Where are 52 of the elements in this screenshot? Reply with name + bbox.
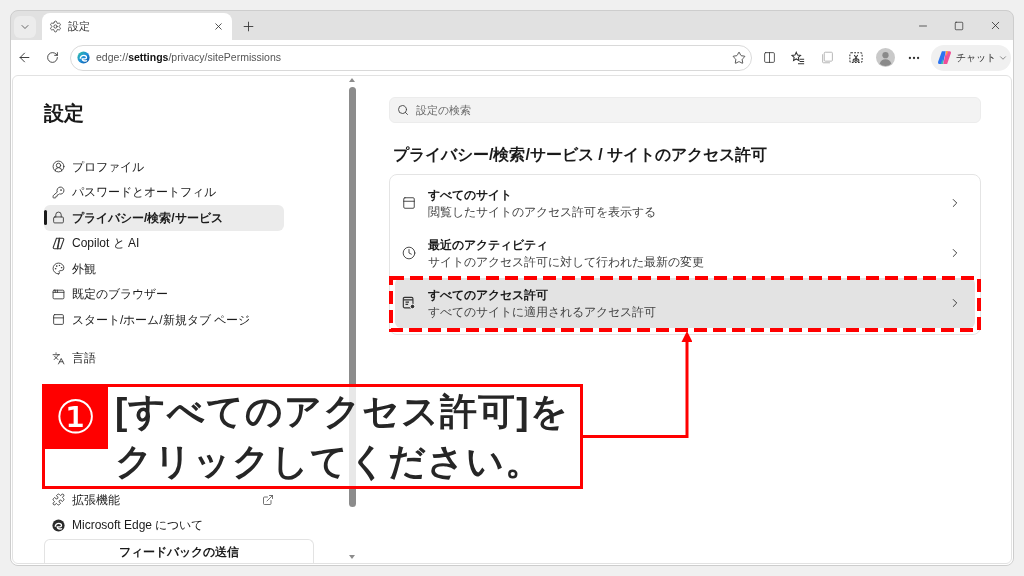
chat-button[interactable]: チャット bbox=[931, 44, 1011, 71]
step-number-badge: ① bbox=[42, 384, 108, 449]
scroll-down-arrow-icon[interactable] bbox=[349, 555, 355, 559]
sidebar-item[interactable]: Copilot と AI bbox=[44, 230, 284, 256]
window-icon bbox=[402, 196, 416, 210]
star-icon[interactable] bbox=[732, 50, 746, 65]
slanted-shapes-icon bbox=[52, 236, 65, 250]
sidebar-item[interactable]: プロファイル bbox=[44, 154, 284, 180]
star-list-icon bbox=[791, 50, 805, 65]
language-icon bbox=[52, 351, 65, 365]
puzzle-icon bbox=[52, 493, 65, 507]
instruction-text: [すべてのアクセス許可]を クリックしてください。 bbox=[115, 390, 569, 484]
avatar-icon bbox=[875, 48, 895, 67]
sidebar-item[interactable]: プライバシー/検索/サービス bbox=[44, 205, 284, 231]
window-icon bbox=[52, 287, 65, 301]
clock-icon bbox=[402, 246, 416, 260]
sidebar-item[interactable]: 外観 bbox=[44, 256, 284, 282]
maximize-icon bbox=[954, 20, 964, 31]
settings-icon bbox=[49, 20, 62, 33]
selection-indicator bbox=[44, 210, 47, 225]
sidebar-item[interactable]: パスワードとオートフィル bbox=[44, 179, 284, 205]
person-circle-icon bbox=[52, 160, 65, 174]
close-icon[interactable] bbox=[213, 21, 224, 32]
feedback-button[interactable]: フィードバックの送信 bbox=[44, 539, 314, 563]
lock-icon bbox=[52, 211, 65, 225]
search-icon bbox=[397, 104, 409, 116]
sidebar-item[interactable]: スタート/ホーム/新規タブ ページ bbox=[44, 307, 284, 333]
dashed-scissors-icon bbox=[849, 50, 863, 65]
split-screen-icon bbox=[762, 51, 776, 64]
settings-row[interactable]: すべてのアクセス許可 すべてのサイトに適用されるアクセス許可 bbox=[395, 278, 975, 328]
sidebar-title: 設定 bbox=[44, 101, 84, 125]
settings-row[interactable]: 最近のアクティビティ サイトのアクセス許可に対して行われた最新の変更 bbox=[395, 228, 975, 278]
plus-icon bbox=[240, 19, 256, 34]
stacked-pages-icon bbox=[820, 51, 834, 64]
sidebar-item[interactable]: 言語 bbox=[44, 345, 284, 371]
key-icon bbox=[52, 185, 65, 199]
panel-icon bbox=[52, 313, 65, 327]
page-heading: プライバシー/検索/サービス / サイトのアクセス許可 bbox=[393, 145, 768, 165]
sidebar-item[interactable]: Microsoft Edge について bbox=[44, 512, 284, 538]
search-field[interactable]: 設定の検索 bbox=[389, 97, 981, 123]
sidebar-item[interactable]: 既定のブラウザー bbox=[44, 281, 284, 307]
external-link-icon bbox=[262, 493, 274, 506]
settings-row[interactable]: すべてのサイト 閲覧したサイトのアクセス許可を表示する bbox=[395, 178, 975, 228]
scroll-up-arrow-icon[interactable] bbox=[349, 78, 355, 82]
palette-icon bbox=[52, 262, 65, 276]
browser-tab[interactable]: 設定 bbox=[42, 13, 232, 40]
window-gear-icon bbox=[402, 296, 416, 310]
colorful-logo-icon bbox=[937, 50, 952, 65]
sidebar-item[interactable]: 拡張機能 bbox=[44, 487, 284, 513]
swirl-logo-icon bbox=[52, 518, 65, 532]
swirl-logo-icon bbox=[77, 51, 90, 64]
reload-icon bbox=[45, 51, 59, 64]
